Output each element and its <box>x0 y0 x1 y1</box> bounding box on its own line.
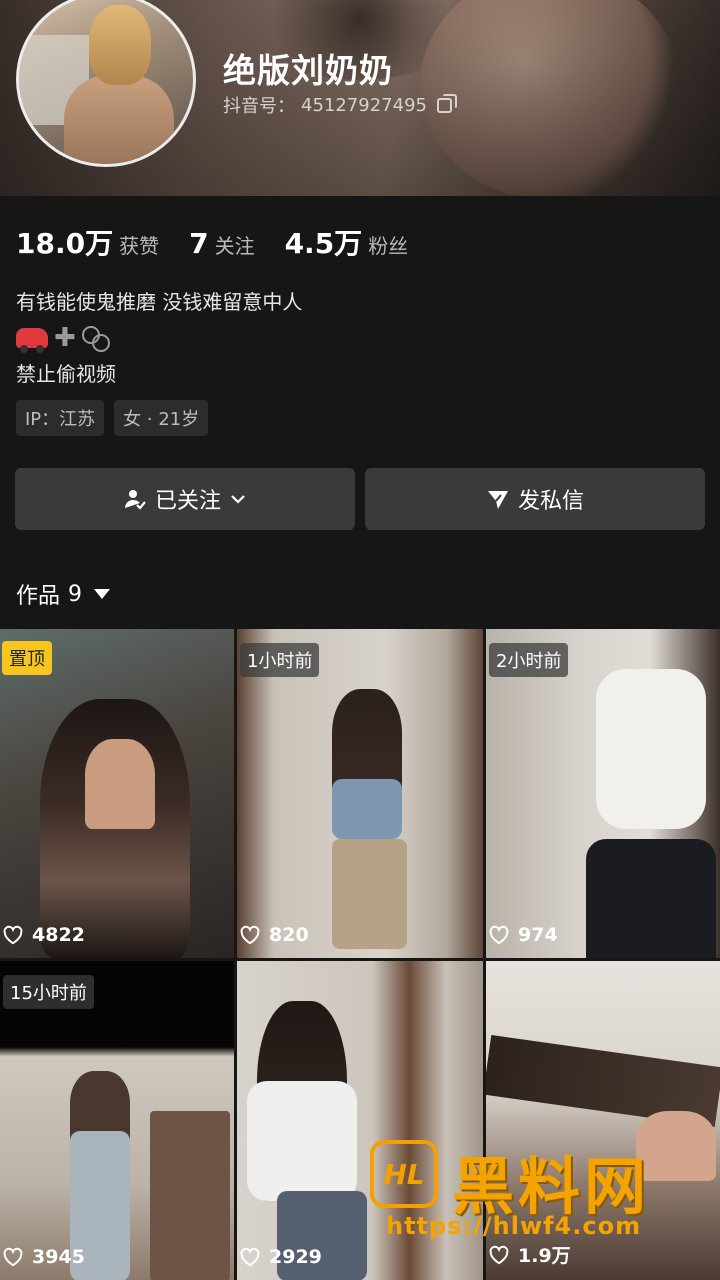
works-tab[interactable]: 作品 9 <box>16 578 111 610</box>
heart-icon <box>240 925 260 945</box>
stat-following-value: 7 <box>189 227 209 260</box>
stat-following[interactable]: 7 关注 <box>189 227 254 260</box>
bio: 有钱能使鬼推磨 没钱难留意中人 ✚ 禁止偷视频 <box>16 284 302 392</box>
profile-tags: IP：江苏 女 · 21岁 <box>16 400 209 436</box>
video-likes-count: 2929 <box>269 1246 322 1268</box>
heart-icon <box>3 925 23 945</box>
heart-icon <box>3 1247 23 1267</box>
car-icon <box>16 328 48 353</box>
works-count: 9 <box>68 581 83 607</box>
video-tile[interactable]: 1小时前 820 <box>237 629 483 958</box>
watermark: HL 黑料网 https://hlwf4.com <box>370 1140 700 1260</box>
stat-following-label: 关注 <box>214 234 255 258</box>
time-badge: 2小时前 <box>489 643 569 677</box>
stat-likes-value: 18.0万 <box>16 227 114 260</box>
stat-followers[interactable]: 4.5万 粉丝 <box>285 222 409 262</box>
profile-stats: 18.0万 获赞 7 关注 4.5万 粉丝 <box>16 222 438 262</box>
video-likes-count: 820 <box>269 924 309 946</box>
heart-icon <box>489 925 509 945</box>
video-likes: 820 <box>239 924 309 946</box>
stat-followers-value: 4.5万 <box>284 227 363 260</box>
link-icon <box>81 326 110 352</box>
bio-line-1: 有钱能使鬼推磨 没钱难留意中人 <box>16 290 303 314</box>
video-likes: 3945 <box>2 1246 85 1268</box>
time-badge: 1小时前 <box>240 643 320 677</box>
tag-ip: IP：江苏 <box>16 400 105 436</box>
user-check-icon <box>124 490 146 510</box>
time-badge: 15小时前 <box>3 975 94 1009</box>
username: 绝版刘奶奶 <box>223 51 393 90</box>
video-likes-count: 3945 <box>32 1246 85 1268</box>
video-likes-count: 4822 <box>32 924 85 946</box>
avatar[interactable] <box>16 0 196 167</box>
works-label: 作品 <box>16 584 61 609</box>
stat-likes-label: 获赞 <box>119 234 160 258</box>
douyin-id-row[interactable]: 抖音号： 45127927495 <box>223 92 457 118</box>
chevron-down-icon <box>231 495 245 504</box>
stat-likes[interactable]: 18.0万 获赞 <box>16 222 159 262</box>
send-message-button[interactable]: 发私信 <box>365 468 705 530</box>
watermark-url: https://hlwf4.com <box>386 1212 642 1240</box>
bio-emoji-line: ✚ <box>16 320 302 356</box>
video-tile[interactable]: 置顶 4822 <box>0 629 234 958</box>
triangle-down-icon <box>94 589 111 599</box>
tag-gender-age: 女 · 21岁 <box>114 400 209 436</box>
douyin-id-value: 45127927495 <box>301 94 427 116</box>
bio-line-3: 禁止偷视频 <box>16 362 116 386</box>
video-likes: 2929 <box>239 1246 322 1268</box>
video-tile[interactable]: 2小时前 974 <box>486 629 720 958</box>
video-tile[interactable]: 15小时前 3945 <box>0 961 234 1280</box>
send-message-label: 发私信 <box>517 489 584 514</box>
video-likes: 4822 <box>2 924 85 946</box>
stat-followers-label: 粉丝 <box>368 234 409 258</box>
pinned-badge: 置顶 <box>2 641 52 675</box>
followed-button[interactable]: 已关注 <box>15 468 355 530</box>
followed-button-label: 已关注 <box>154 489 221 514</box>
douyin-id-label: 抖音号： <box>223 96 295 117</box>
watermark-logo: HL <box>370 1140 438 1208</box>
heart-icon <box>240 1247 260 1267</box>
copy-icon[interactable] <box>436 93 457 113</box>
video-likes-count: 974 <box>518 924 558 946</box>
send-icon <box>487 491 508 509</box>
plus-icon: ✚ <box>54 323 76 353</box>
video-likes: 974 <box>488 924 558 946</box>
